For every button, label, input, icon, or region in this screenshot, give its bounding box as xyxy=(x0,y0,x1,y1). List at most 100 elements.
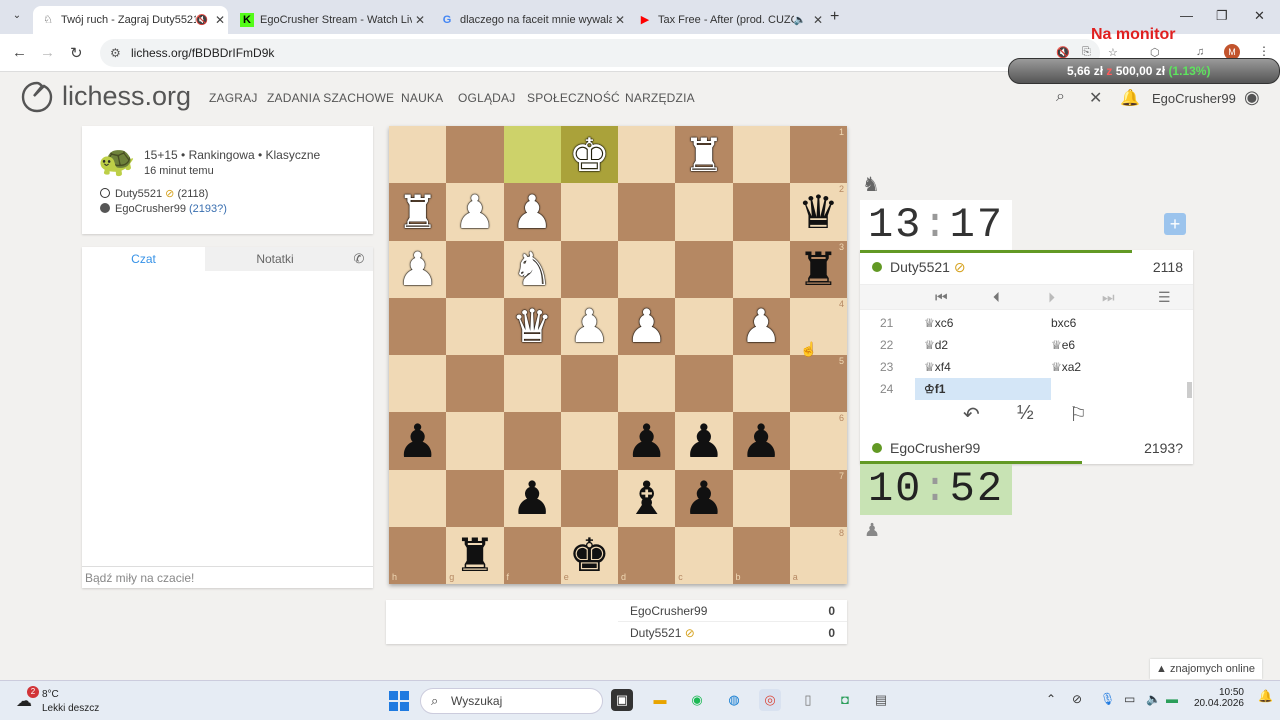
notifications-bell-icon[interactable]: 🔔 xyxy=(1120,88,1140,108)
windows-start-icon[interactable] xyxy=(389,691,409,711)
black-move[interactable]: bxc6 xyxy=(1051,316,1076,330)
square-f5[interactable] xyxy=(503,355,561,413)
square-f7[interactable]: ♟ xyxy=(503,469,561,527)
black-bishop-icon[interactable]: ♝ xyxy=(626,475,667,521)
square-e8[interactable]: e ♚ xyxy=(560,526,618,584)
tray-chevron-up-icon[interactable]: ⌃ xyxy=(1046,692,1056,706)
square-g6[interactable] xyxy=(446,412,504,470)
system-clock[interactable]: 10:50 20.04.2026 xyxy=(1190,687,1244,709)
speaker-icon[interactable]: 🔈 xyxy=(794,15,806,26)
network-icon[interactable]: ▭ xyxy=(1124,692,1135,706)
tab-lichess[interactable]: ♘ Twój ruch - Zagraj Duty5521 🔇 ✕ xyxy=(33,6,228,34)
give-time-button[interactable]: + xyxy=(1164,213,1186,235)
white-pawn-icon[interactable]: ♟ xyxy=(512,189,553,235)
notepad-icon[interactable]: ▯ xyxy=(797,689,819,711)
square-d5[interactable] xyxy=(618,355,676,413)
chess-board[interactable]: ♚ ♜ 1 ♜ ♟ ♟ 2 ♛ ♟ ♞ 3 ♜ ♛ ♟ ♟ ♟ 4 5 ♟ ♟ ♟ ♟ 6 ♟ ♝ ♟ 7 h g ♜ f e ♚ d c b 8 a xyxy=(389,126,847,584)
swords-icon[interactable]: ✕ xyxy=(1089,88,1102,108)
white-pawn-icon[interactable]: ♟ xyxy=(397,246,438,292)
square-c2[interactable] xyxy=(675,183,733,241)
tab-kick[interactable]: K EgoCrusher Stream - Watch Live ✕ xyxy=(232,6,428,34)
square-a3[interactable]: 3 ♜ xyxy=(789,240,847,298)
square-h4[interactable] xyxy=(389,297,447,355)
square-h5[interactable] xyxy=(389,355,447,413)
tab-notes[interactable]: Notatki xyxy=(205,247,345,271)
square-h7[interactable] xyxy=(389,469,447,527)
tab-youtube[interactable]: ▶ Tax Free - After (prod. CUZO) 🔈 ✕ xyxy=(630,6,826,34)
minimize-icon[interactable]: — xyxy=(1180,8,1193,23)
square-e7[interactable] xyxy=(560,469,618,527)
square-h3[interactable]: ♟ xyxy=(389,240,447,298)
square-d3[interactable] xyxy=(618,240,676,298)
square-g4[interactable] xyxy=(446,297,504,355)
volume-icon[interactable]: 🔈 xyxy=(1146,692,1161,706)
square-f1[interactable] xyxy=(503,126,561,184)
square-d2[interactable] xyxy=(618,183,676,241)
close-tab-icon[interactable]: ✕ xyxy=(612,13,628,27)
square-h6[interactable]: ♟ xyxy=(389,412,447,470)
square-g5[interactable] xyxy=(446,355,504,413)
back-icon[interactable]: ← xyxy=(12,44,27,61)
square-a6[interactable]: 6 xyxy=(789,412,847,470)
square-f2[interactable]: ♟ xyxy=(503,183,561,241)
black-pawn-icon[interactable]: ♟ xyxy=(741,418,782,464)
black-move[interactable]: ♕xa2 xyxy=(1051,360,1081,374)
close-tab-icon[interactable]: ✕ xyxy=(212,13,228,27)
site-logo-text[interactable]: lichess.org xyxy=(62,81,191,112)
maximize-icon[interactable]: ❐ xyxy=(1216,8,1228,24)
black-player-info[interactable]: EgoCrusher99 (2193?) xyxy=(100,203,227,215)
black-rook-icon[interactable]: ♜ xyxy=(798,246,839,292)
square-d1[interactable] xyxy=(618,126,676,184)
square-g3[interactable] xyxy=(446,240,504,298)
square-e2[interactable] xyxy=(560,183,618,241)
square-a8[interactable]: 8a xyxy=(789,526,847,584)
nav-tools[interactable]: NARZĘDZIA xyxy=(625,91,695,105)
resign-flag-icon[interactable]: ⚐ xyxy=(1069,402,1087,427)
tab-google[interactable]: G dlaczego na faceit mnie wywala ✕ xyxy=(432,6,628,34)
black-move[interactable]: ♕e6 xyxy=(1051,338,1075,352)
black-player-name[interactable]: EgoCrusher99 xyxy=(115,203,186,215)
tab-search-icon[interactable]: ⌄ xyxy=(8,10,26,26)
user-menu[interactable]: EgoCrusher99 xyxy=(1152,91,1236,106)
task-view-icon[interactable]: ▣ xyxy=(611,689,633,711)
square-b6[interactable]: ♟ xyxy=(732,412,790,470)
offer-draw-button[interactable]: ½ xyxy=(1017,402,1034,425)
new-tab-button[interactable]: + xyxy=(830,8,839,26)
square-b7[interactable] xyxy=(732,469,790,527)
white-pawn-icon[interactable]: ♟ xyxy=(626,303,667,349)
square-b5[interactable] xyxy=(732,355,790,413)
black-king-icon[interactable]: ♚ xyxy=(569,532,610,578)
white-rook-icon[interactable]: ♜ xyxy=(683,132,724,178)
app-icon-2[interactable]: ▤ xyxy=(870,689,892,711)
square-c5[interactable] xyxy=(675,355,733,413)
voice-chat-icon[interactable]: ✆ xyxy=(345,247,373,271)
move-list-scrollbar[interactable] xyxy=(1187,382,1192,398)
square-e6[interactable] xyxy=(560,412,618,470)
reload-icon[interactable]: ↻ xyxy=(70,44,83,62)
white-rook-icon[interactable]: ♜ xyxy=(397,189,438,235)
white-king-icon[interactable]: ♚ xyxy=(569,132,610,178)
file-explorer-icon[interactable]: ▬ xyxy=(649,689,671,711)
muted-icon[interactable]: 🔇 xyxy=(196,15,208,26)
prev-move-icon[interactable]: ⏴ xyxy=(993,289,1000,306)
square-e1[interactable]: ♚ xyxy=(560,126,618,184)
black-pawn-icon[interactable]: ♟ xyxy=(626,418,667,464)
site-info-icon[interactable]: ⚙ xyxy=(110,46,121,60)
nav-play[interactable]: ZAGRAJ xyxy=(209,91,258,105)
square-b4[interactable]: ♟ xyxy=(732,297,790,355)
square-b3[interactable] xyxy=(732,240,790,298)
square-g1[interactable] xyxy=(446,126,504,184)
square-h1[interactable] xyxy=(389,126,447,184)
white-pawn-icon[interactable]: ♟ xyxy=(454,189,495,235)
white-knight-icon[interactable]: ♞ xyxy=(512,246,553,292)
search-icon[interactable]: ⌕ xyxy=(1056,88,1065,106)
black-pawn-icon[interactable]: ♟ xyxy=(512,475,553,521)
square-c8[interactable]: c xyxy=(675,526,733,584)
square-a1[interactable]: 1 xyxy=(789,126,847,184)
forward-icon[interactable]: → xyxy=(40,44,55,61)
square-c6[interactable]: ♟ xyxy=(675,412,733,470)
user-avatar-icon[interactable]: ◉ xyxy=(1244,87,1260,108)
square-g2[interactable]: ♟ xyxy=(446,183,504,241)
nav-learn[interactable]: NAUKA xyxy=(401,91,443,105)
square-h8[interactable]: h xyxy=(389,526,447,584)
